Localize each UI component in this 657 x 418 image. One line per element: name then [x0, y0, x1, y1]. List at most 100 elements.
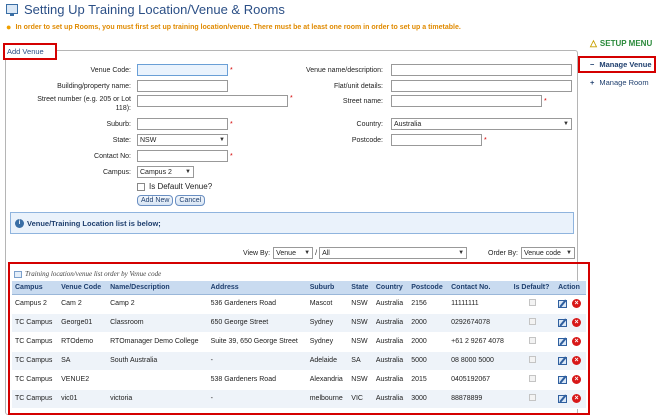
building-input[interactable] [137, 80, 228, 92]
building-label: Building/property name: [57, 82, 131, 90]
setup-menu: △ SETUP MENU [590, 38, 657, 49]
column-header[interactable]: Action [555, 281, 586, 295]
cell-contact: 0405192067 [448, 370, 511, 390]
venue-name-row: Venue name/description: [266, 64, 572, 76]
lightbulb-icon: ● [6, 22, 12, 32]
building-row: Building/property name: [6, 80, 228, 92]
cell-campus: Campus 2 [12, 294, 59, 314]
table-row[interactable]: TC Campus vic01 victoria - melbourne VIC… [12, 389, 586, 409]
order-by-value: Venue code [523, 249, 561, 257]
cell-contact: 0292674078 [448, 313, 511, 333]
venue-name-input[interactable] [391, 64, 572, 76]
delete-icon[interactable]: × [572, 375, 582, 384]
collapse-icon: − [590, 60, 595, 69]
cell-action: × [555, 389, 586, 409]
cell-action: × [555, 332, 586, 352]
cell-country: Australia [372, 332, 409, 352]
edit-icon[interactable] [558, 356, 568, 365]
column-header[interactable]: Postcode [408, 281, 449, 295]
column-header[interactable]: Country [372, 281, 409, 295]
edit-icon[interactable] [558, 299, 568, 308]
cell-postcode: 2000 [408, 332, 449, 352]
country-row: Country: Australia ▼ [266, 118, 572, 130]
table-row[interactable]: TC Campus George01 Classroom 650 George … [12, 313, 586, 333]
venue-grid: Training location/venue list order by Ve… [8, 262, 590, 415]
cell-address: 536 Gardeners Road [207, 294, 307, 314]
order-by-select[interactable]: Venue code ▼ [520, 247, 575, 259]
venue-list-info: i Venue/Training Location list is below; [10, 212, 574, 234]
cell-venue-code: George01 [58, 313, 108, 333]
postcode-input[interactable] [391, 134, 482, 146]
campus-row: Campus: Campus 2 ▼ [6, 166, 194, 178]
venue-code-input[interactable] [137, 64, 228, 76]
default-checkbox [529, 299, 537, 306]
table-row[interactable]: TC Campus SA South Australia - Adelaide … [12, 351, 586, 371]
street-name-input[interactable] [391, 95, 542, 107]
column-header[interactable]: Is Default? [510, 281, 556, 295]
cell-state: NSW [348, 370, 373, 390]
column-header[interactable]: State [348, 281, 373, 295]
scope-value: All [322, 249, 330, 257]
cell-campus: TC Campus [12, 389, 59, 409]
postcode-label: Postcode: [351, 136, 383, 144]
venue-code-row: Venue Code: * [6, 64, 233, 76]
state-select[interactable]: NSW ▼ [137, 134, 228, 146]
flat-unit-input[interactable] [391, 80, 572, 92]
postcode-row: Postcode: * [266, 134, 487, 146]
grid-caption: Training location/venue list order by Ve… [14, 270, 161, 278]
table-row[interactable]: Campus 2 Cam 2 Camp 2 536 Gardeners Road… [12, 294, 586, 314]
cell-postcode: 2156 [408, 294, 449, 314]
street-number-label-line2: 118): [115, 105, 131, 112]
cell-name: South Australia [107, 351, 208, 371]
edit-icon[interactable] [558, 337, 568, 346]
column-header[interactable]: Campus [12, 281, 59, 295]
delete-icon[interactable]: × [572, 337, 582, 346]
cell-contact: 08 8000 5000 [448, 351, 511, 371]
column-header[interactable]: Name/Description [107, 281, 208, 295]
table-row[interactable]: TC Campus VENUE2 538 Gardeners Road Alex… [12, 370, 586, 390]
warning-text: In order to set up Rooms, you must first… [15, 23, 461, 31]
required-mark: * [230, 120, 233, 128]
menu-item-manage-venue[interactable]: − Manage Venue [578, 56, 656, 73]
cell-name: victoria [107, 389, 208, 409]
required-mark: * [230, 66, 233, 74]
delete-icon[interactable]: × [572, 299, 582, 308]
add-new-button[interactable]: Add New [137, 195, 174, 206]
cell-campus: TC Campus [12, 370, 59, 390]
setup-menu-title-text: SETUP MENU [599, 39, 653, 48]
campus-select[interactable]: Campus 2 ▼ [137, 166, 194, 178]
column-header[interactable]: Address [207, 281, 307, 295]
edit-icon[interactable] [558, 318, 568, 327]
cell-venue-code: RTOdemo [58, 332, 108, 352]
cell-country: Australia [372, 389, 409, 409]
table-row[interactable]: TC Campus RTOdemo RTOmanager Demo Colleg… [12, 332, 586, 352]
cell-name: RTOmanager Demo College [107, 332, 208, 352]
default-venue-label: Is Default Venue? [149, 182, 213, 191]
cell-country: Australia [372, 294, 409, 314]
chevron-down-icon: ▼ [563, 121, 569, 127]
cancel-button[interactable]: Cancel [175, 195, 206, 206]
view-by-select[interactable]: Venue ▼ [273, 247, 314, 259]
cell-state: SA [348, 351, 373, 371]
contact-no-input[interactable] [137, 150, 228, 162]
cell-postcode: 5000 [408, 351, 449, 371]
edit-icon[interactable] [558, 394, 568, 403]
default-checkbox [529, 318, 537, 325]
menu-item-label: Manage Venue [599, 60, 652, 69]
column-header[interactable]: Contact No. [448, 281, 511, 295]
menu-item-manage-room[interactable]: + Manage Room [590, 78, 649, 87]
cell-venue-code: SA [58, 351, 108, 371]
suburb-input[interactable] [137, 118, 228, 130]
scope-select[interactable]: All ▼ [319, 247, 468, 259]
delete-icon[interactable]: × [572, 356, 582, 365]
cell-default [510, 370, 556, 390]
delete-icon[interactable]: × [572, 318, 582, 327]
column-header[interactable]: Suburb [306, 281, 349, 295]
delete-icon[interactable]: × [572, 394, 582, 403]
state-label: State: [112, 136, 131, 144]
column-header[interactable]: Venue Code [58, 281, 108, 295]
country-select[interactable]: Australia ▼ [391, 118, 572, 130]
default-venue-checkbox[interactable] [137, 182, 145, 191]
edit-icon[interactable] [558, 375, 568, 384]
grid-caption-text: Training location/venue list order by Ve… [25, 270, 162, 278]
